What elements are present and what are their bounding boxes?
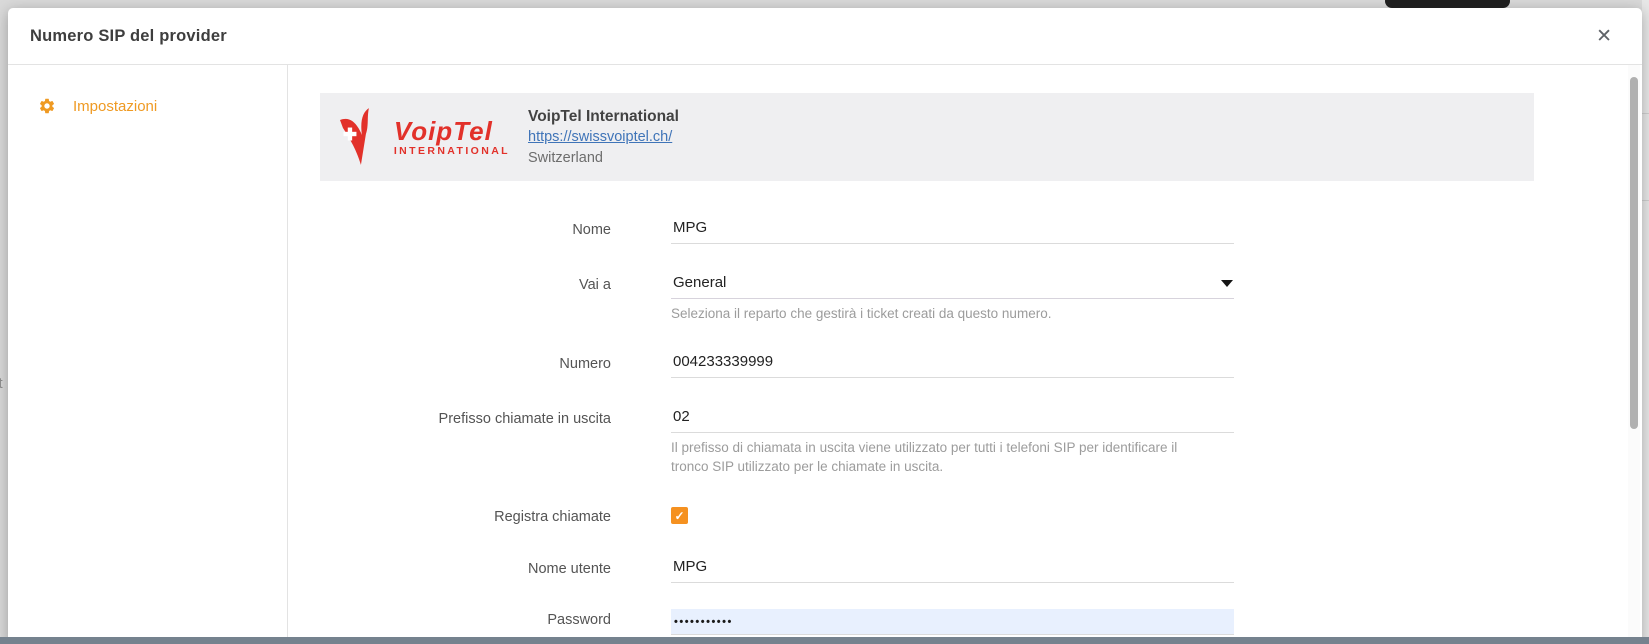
chevron-down-icon: [1221, 280, 1233, 287]
vai-a-select[interactable]: General: [671, 274, 1234, 299]
voiptel-logo: VoipTel INTERNATIONAL: [338, 107, 510, 167]
numero-input[interactable]: [671, 353, 1234, 378]
form-row-password: Password •••••••••••: [320, 609, 1642, 635]
close-icon[interactable]: ✕: [1592, 23, 1616, 50]
sip-provider-dialog: Numero SIP del provider ✕ Impostazioni: [8, 8, 1642, 644]
logo-subtitle: INTERNATIONAL: [394, 146, 510, 157]
dialog-header: Numero SIP del provider ✕: [8, 8, 1642, 65]
check-icon: ✓: [674, 509, 684, 523]
nome-label: Nome: [320, 219, 611, 244]
form-row-vai-a: Vai a General Seleziona il reparto che g…: [320, 274, 1642, 323]
prefisso-input[interactable]: [671, 408, 1234, 433]
prefisso-help-text: Il prefisso di chiamata in uscita viene …: [671, 438, 1216, 476]
sidebar-item-label: Impostazioni: [73, 98, 157, 115]
background-line: [1642, 200, 1649, 201]
prefisso-label: Prefisso chiamate in uscita: [320, 408, 611, 476]
nome-input[interactable]: [671, 219, 1234, 244]
sip-settings-form: Nome Vai a General Seleziona il reparto …: [320, 219, 1642, 635]
password-input[interactable]: •••••••••••: [671, 609, 1234, 635]
settings-panel: VoipTel INTERNATIONAL VoipTel Internatio…: [288, 65, 1642, 644]
window-bottom-edge: [0, 637, 1649, 644]
logo-wordmark: VoipTel: [394, 118, 510, 144]
dialog-title: Numero SIP del provider: [30, 27, 1592, 46]
voiptel-logo-text: VoipTel INTERNATIONAL: [394, 118, 510, 157]
background-line: [1642, 113, 1649, 114]
registra-chiamate-checkbox[interactable]: ✓: [671, 507, 688, 524]
password-label: Password: [320, 609, 611, 635]
numero-label: Numero: [320, 353, 611, 378]
nome-utente-label: Nome utente: [320, 558, 611, 583]
vertical-scrollbar[interactable]: [1628, 65, 1640, 644]
vai-a-help-text: Seleziona il reparto che gestirà i ticke…: [671, 304, 1216, 323]
provider-url-link[interactable]: https://swissvoiptel.ch/: [528, 127, 679, 148]
vai-a-selected-value: General: [673, 274, 726, 291]
form-row-numero: Numero: [320, 353, 1642, 378]
provider-card: VoipTel INTERNATIONAL VoipTel Internatio…: [320, 93, 1534, 181]
provider-country: Switzerland: [528, 148, 679, 168]
form-row-prefisso: Prefisso chiamate in uscita Il prefisso …: [320, 408, 1642, 476]
provider-info: VoipTel International https://swissvoipt…: [528, 106, 679, 168]
registra-chiamate-label: Registra chiamate: [320, 506, 611, 525]
form-row-nome: Nome: [320, 219, 1642, 244]
vai-a-label: Vai a: [320, 274, 611, 323]
sidebar-item-impostazioni[interactable]: Impostazioni: [8, 97, 287, 115]
voiptel-logo-mark: [338, 107, 390, 167]
form-row-nome-utente: Nome utente: [320, 558, 1642, 583]
top-notch: [1385, 0, 1510, 8]
provider-name: VoipTel International: [528, 106, 679, 127]
nome-utente-input[interactable]: [671, 558, 1234, 583]
password-masked-value: •••••••••••: [674, 616, 733, 628]
gear-icon: [38, 97, 56, 115]
scrollbar-thumb[interactable]: [1630, 77, 1638, 429]
sidebar: Impostazioni: [8, 65, 288, 644]
dialog-body: Impostazioni VoipTel INTERNATIONAL: [8, 65, 1642, 644]
form-row-registra-chiamate: Registra chiamate ✓: [320, 506, 1642, 525]
background-right-strip: [1642, 0, 1649, 644]
